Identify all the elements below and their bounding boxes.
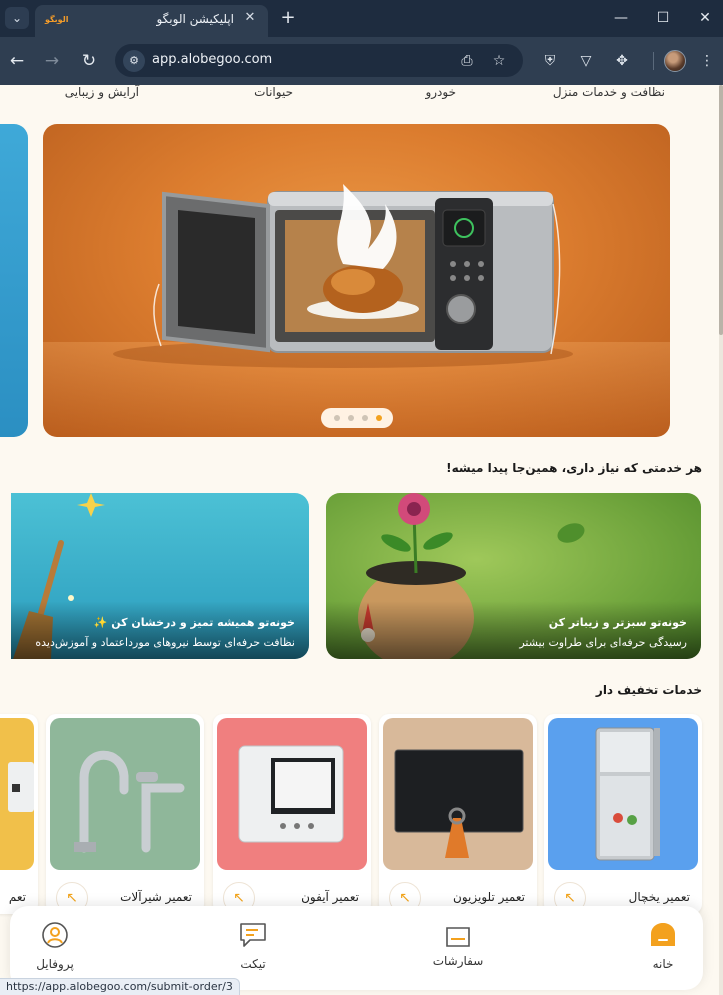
carousel-dot[interactable] bbox=[348, 415, 354, 421]
card-title: تعمیر شیرآلات bbox=[120, 890, 192, 904]
browser-tabbar: ⌄ الوبگو اپلیکیشن الوبگو ✕ + — ☐ ✕ bbox=[0, 0, 723, 37]
card-image bbox=[217, 718, 367, 870]
web-page: نظافت و خدمات منزل خودرو حیوانات آرایش و… bbox=[0, 85, 719, 995]
extensions-puzzle-icon[interactable]: ✥ bbox=[611, 50, 633, 72]
toolbar-divider bbox=[653, 52, 654, 70]
browser-menu-icon[interactable]: ⋮ bbox=[696, 50, 718, 72]
promo-title: خونه‌تو همیشه تمیز و درخشان کن ✨ bbox=[93, 616, 295, 629]
category-beauty[interactable]: آرایش و زیبایی bbox=[65, 85, 139, 99]
nav-label: تیکت bbox=[240, 957, 266, 971]
water-heater-icon bbox=[8, 762, 34, 812]
service-card-intercom[interactable]: تعمیر آیفون ↖ bbox=[213, 714, 371, 914]
nav-label: خانه bbox=[652, 957, 674, 971]
card-image bbox=[50, 718, 200, 870]
favicon-icon: الوبگو bbox=[45, 15, 69, 24]
shield-extension-icon[interactable]: ⛨ bbox=[539, 50, 561, 72]
ticket-icon bbox=[240, 923, 266, 947]
card-title: تعمیر آیفون bbox=[301, 890, 359, 904]
maximize-icon[interactable]: ☐ bbox=[650, 7, 676, 29]
service-card-partial[interactable]: تعم bbox=[0, 714, 38, 914]
promo-card-garden[interactable]: خونه‌تو سبزتر و زیباتر کن رسیدگی حرفه‌ای… bbox=[326, 493, 701, 659]
home-icon bbox=[651, 923, 675, 946]
carousel-dot[interactable] bbox=[334, 415, 340, 421]
intercom-icon bbox=[238, 745, 344, 843]
orders-icon bbox=[446, 927, 470, 947]
vpn-extension-icon[interactable]: ▽ bbox=[575, 50, 597, 72]
promo-section-title: هر خدمتی که نیاز داری، همین‌جا پیدا میشه… bbox=[446, 461, 702, 475]
nav-label: سفارشات bbox=[432, 954, 484, 968]
card-title: تعم bbox=[8, 890, 26, 904]
card-image bbox=[383, 718, 533, 870]
promo-text-overlay bbox=[11, 601, 309, 659]
category-car[interactable]: خودرو bbox=[425, 85, 456, 99]
faucet-icon bbox=[74, 750, 185, 853]
card-image bbox=[548, 718, 698, 870]
nav-home[interactable]: خانه bbox=[618, 914, 708, 984]
install-app-icon[interactable]: ⎙ bbox=[457, 51, 477, 71]
category-home-services[interactable]: نظافت و خدمات منزل bbox=[553, 85, 665, 99]
tab-search-button[interactable]: ⌄ bbox=[5, 7, 29, 29]
nav-orders[interactable]: سفارشات bbox=[413, 914, 503, 984]
hero-banner[interactable] bbox=[43, 124, 670, 437]
forward-icon[interactable]: → bbox=[40, 49, 64, 73]
address-bar[interactable]: ⚙ app.alobegoo.com ⎙ ☆ bbox=[115, 44, 523, 77]
window-close-icon[interactable]: ✕ bbox=[692, 7, 718, 29]
minimize-icon[interactable]: — bbox=[608, 7, 634, 29]
promo-title: خونه‌تو سبزتر و زیباتر کن bbox=[548, 616, 687, 629]
tv-icon bbox=[394, 749, 524, 858]
card-title: تعمیر تلویزیون bbox=[453, 890, 525, 904]
banner-previous-slide[interactable] bbox=[0, 124, 28, 437]
service-card-tv[interactable]: تعمیر تلویزیون ↖ bbox=[379, 714, 537, 914]
promo-subtitle: نظافت حرفه‌ای توسط نیروهای مورداعتماد و … bbox=[35, 636, 295, 649]
promo-card-cleaning[interactable]: خونه‌تو همیشه تمیز و درخشان کن ✨ نظافت ح… bbox=[11, 493, 309, 659]
nav-ticket[interactable]: تیکت bbox=[208, 914, 298, 984]
profile-icon bbox=[42, 922, 68, 948]
page-scrollbar-thumb[interactable] bbox=[719, 85, 723, 335]
nav-profile[interactable]: پروفایل bbox=[10, 914, 100, 984]
back-icon[interactable]: ← bbox=[5, 49, 29, 73]
microwave-illustration bbox=[113, 184, 573, 368]
service-card-faucet[interactable]: تعمیر شیرآلات ↖ bbox=[46, 714, 204, 914]
promo-text-overlay bbox=[326, 601, 701, 659]
new-tab-button[interactable]: + bbox=[277, 7, 299, 29]
tab-close-icon[interactable]: ✕ bbox=[242, 10, 258, 26]
service-card-fridge[interactable]: تعمیر یخچال ↖ bbox=[544, 714, 702, 914]
bookmark-star-icon[interactable]: ☆ bbox=[489, 51, 509, 71]
profile-avatar[interactable] bbox=[664, 50, 686, 72]
card-title: تعمیر یخچال bbox=[628, 890, 690, 904]
browser-tab-active[interactable]: الوبگو اپلیکیشن الوبگو ✕ bbox=[35, 5, 268, 37]
status-bar-url: https://app.alobegoo.com/submit-order/3 bbox=[0, 978, 240, 995]
carousel-dot[interactable] bbox=[362, 415, 368, 421]
category-pets[interactable]: حیوانات bbox=[254, 85, 293, 99]
nav-label: پروفایل bbox=[36, 957, 74, 971]
discount-section-title: خدمات تخفیف دار bbox=[595, 683, 702, 697]
fridge-icon bbox=[595, 727, 660, 861]
reload-icon[interactable]: ↻ bbox=[77, 49, 101, 73]
promo-subtitle: رسیدگی حرفه‌ای برای طراوت بیشتر bbox=[519, 636, 687, 649]
carousel-indicator bbox=[321, 408, 393, 428]
tab-title: اپلیکیشن الوبگو bbox=[156, 12, 234, 26]
url-text[interactable]: app.alobegoo.com bbox=[152, 52, 272, 67]
browser-toolbar: ← → ↻ ⚙ app.alobegoo.com ⎙ ☆ ⛨ ▽ ✥ ⋮ bbox=[0, 37, 723, 85]
carousel-dot-active[interactable] bbox=[376, 415, 382, 421]
card-image bbox=[0, 718, 34, 870]
site-info-icon[interactable]: ⚙ bbox=[123, 50, 145, 72]
